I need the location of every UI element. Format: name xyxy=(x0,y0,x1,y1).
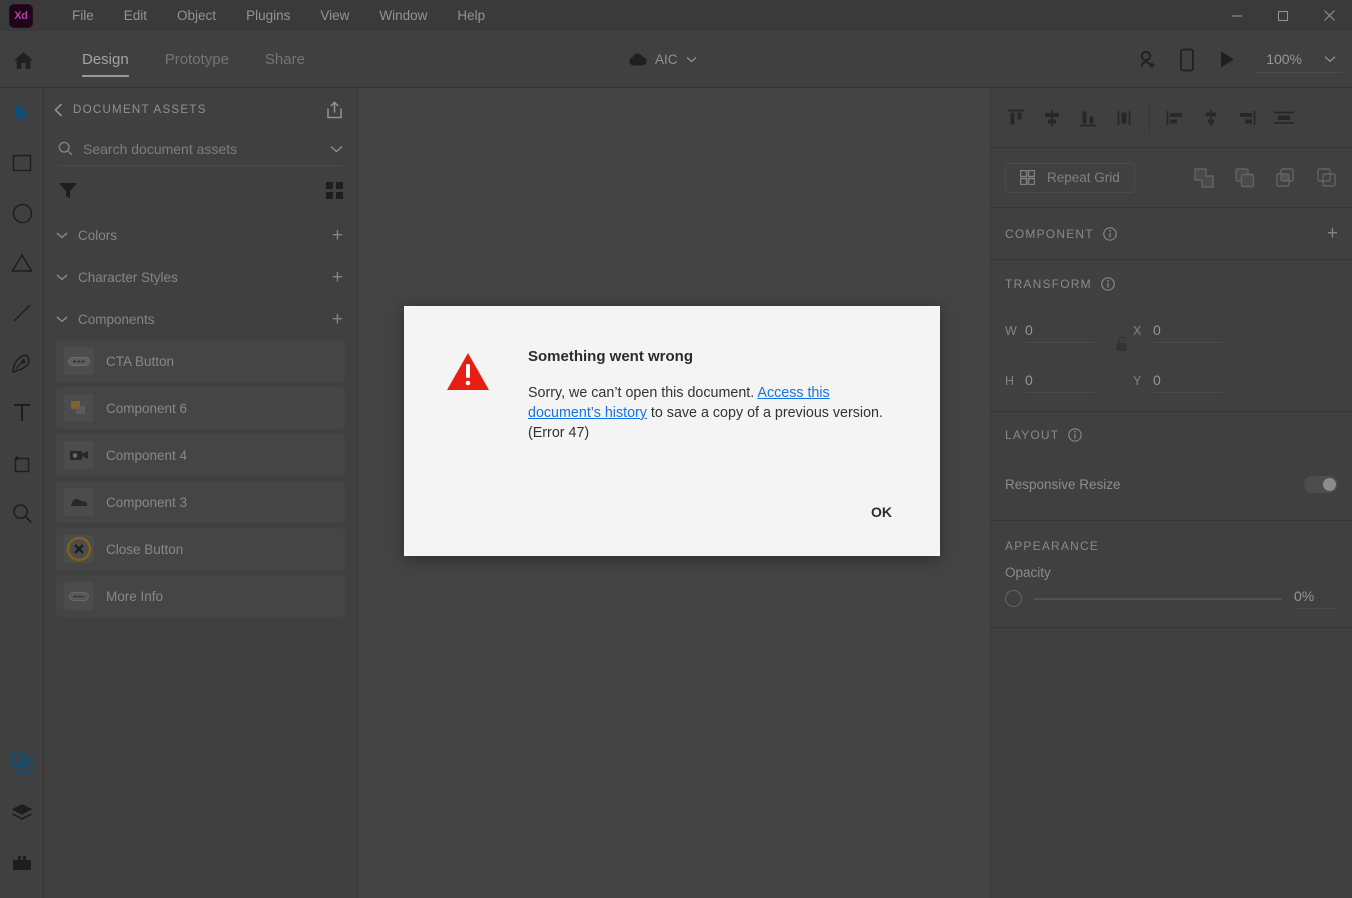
xd-application-window: Xd File Edit Object Plugins View Window … xyxy=(0,0,1352,898)
error-dialog: Something went wrong Sorry, we can’t ope… xyxy=(404,306,940,556)
error-warning-icon xyxy=(446,348,492,443)
dialog-body-before: Sorry, we can’t open this document. xyxy=(528,385,758,401)
dialog-body: Sorry, we can’t open this document. Acce… xyxy=(528,383,898,443)
ok-button[interactable]: OK xyxy=(865,500,898,524)
dialog-title: Something went wrong xyxy=(528,348,693,365)
